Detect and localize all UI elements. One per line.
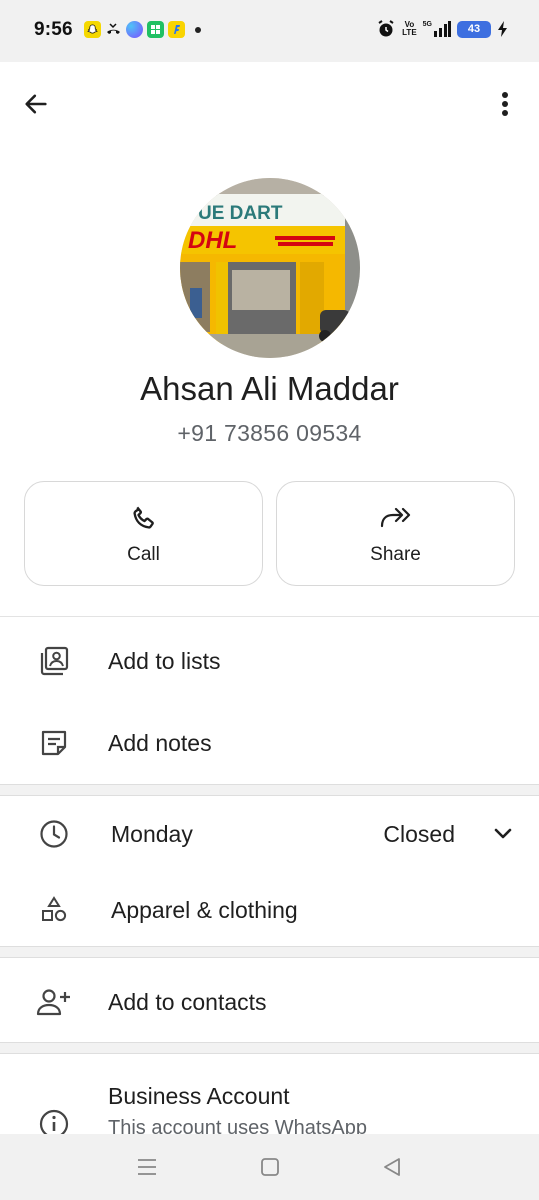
profile-avatar[interactable]: UE DART DHL xyxy=(180,178,360,358)
category-label: Apparel & clothing xyxy=(111,896,298,923)
add-to-lists-label: Add to lists xyxy=(108,647,221,674)
status-bar: 9:56 Vo LTE 5G 43 xyxy=(0,0,539,62)
share-forward-icon xyxy=(379,502,413,534)
chevron-down-icon[interactable] xyxy=(491,822,515,846)
section-separator xyxy=(0,1042,539,1054)
section-separator xyxy=(0,946,539,958)
info-icon xyxy=(36,1106,72,1134)
sign-brand-text: DHL xyxy=(188,227,237,254)
share-button[interactable]: Share xyxy=(276,481,515,586)
grid-app-notification-icon xyxy=(147,21,164,38)
notes-icon xyxy=(36,725,72,761)
business-category-row: Apparel & clothing xyxy=(0,874,539,946)
flipkart-notification-icon xyxy=(168,21,185,38)
clock-icon xyxy=(36,816,72,852)
app-notification-icon xyxy=(126,21,143,38)
back-button[interactable] xyxy=(16,84,56,124)
sign-top-text: UE DART xyxy=(198,203,283,224)
add-to-contacts-label: Add to contacts xyxy=(108,988,267,1015)
back-nav-button[interactable] xyxy=(377,1152,407,1182)
contact-phone-number: +91 73856 09534 xyxy=(177,420,362,446)
signal-icon: 5G xyxy=(423,21,451,37)
home-button[interactable] xyxy=(255,1152,285,1182)
menu-lines-icon xyxy=(138,1159,156,1175)
more-vert-icon xyxy=(502,92,508,116)
more-options-button[interactable] xyxy=(485,84,525,124)
notification-icons xyxy=(84,21,201,38)
phone-icon xyxy=(129,502,159,534)
back-triangle-icon xyxy=(384,1158,400,1176)
charging-icon xyxy=(498,21,507,37)
hours-day-label: Monday xyxy=(111,820,193,847)
home-square-icon xyxy=(261,1158,279,1176)
call-button-label: Call xyxy=(127,544,160,565)
add-to-contacts-row[interactable]: Add to contacts xyxy=(0,966,539,1038)
alarm-icon xyxy=(378,20,394,37)
battery-icon: 43 xyxy=(457,20,491,38)
system-navigation-bar xyxy=(0,1134,539,1200)
contact-name: Ahsan Ali Maddar xyxy=(140,370,399,407)
recent-apps-button[interactable] xyxy=(132,1152,162,1182)
status-time: 9:56 xyxy=(34,19,73,40)
person-add-icon xyxy=(36,984,72,1020)
more-notifications-dot xyxy=(195,26,201,33)
add-notes-label: Add notes xyxy=(108,729,212,756)
hours-status: Closed xyxy=(383,820,455,847)
add-notes-row[interactable]: Add notes xyxy=(0,707,539,779)
share-button-label: Share xyxy=(370,544,421,565)
battery-level-text: 43 xyxy=(467,23,481,35)
add-to-lists-row[interactable]: Add to lists xyxy=(0,625,539,697)
section-separator xyxy=(0,784,539,796)
storefront-photo: UE DART DHL xyxy=(180,178,360,358)
category-shapes-icon xyxy=(36,892,72,928)
business-hours-row[interactable]: Monday Closed xyxy=(0,798,539,870)
call-button[interactable]: Call xyxy=(24,481,263,586)
volte-icon: Vo LTE xyxy=(402,21,417,37)
divider xyxy=(0,616,539,617)
arrow-back-icon xyxy=(25,94,47,114)
contact-list-icon xyxy=(36,643,72,679)
volte-bottom-text: LTE xyxy=(402,28,417,37)
system-status-icons: Vo LTE 5G 43 xyxy=(376,19,509,39)
business-account-title: Business Account xyxy=(108,1083,290,1109)
snapchat-notification-icon xyxy=(84,21,101,38)
missed-call-icon xyxy=(105,21,122,38)
network-type-text: 5G xyxy=(422,21,432,28)
